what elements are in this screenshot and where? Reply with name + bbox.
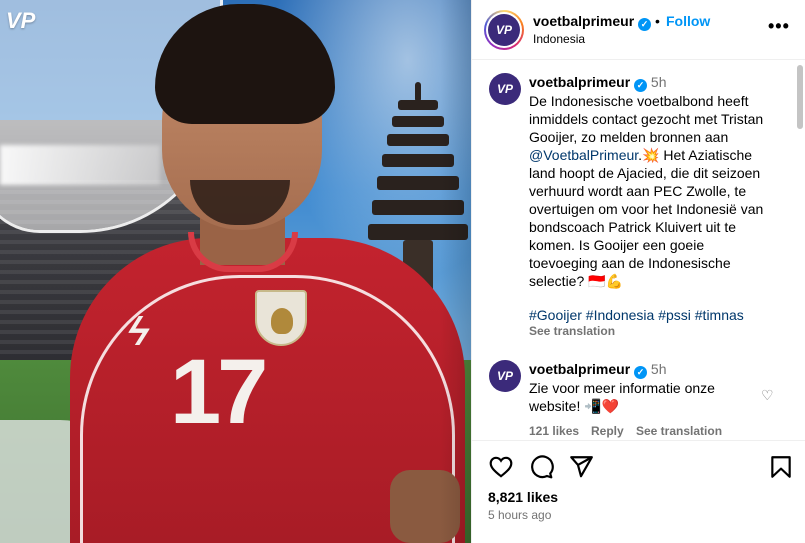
hair <box>155 4 335 124</box>
username-link[interactable]: voetbalprimeur <box>533 13 634 29</box>
caption-username[interactable]: voetbalprimeur <box>529 74 630 90</box>
post-image[interactable]: ϟ 17 VP <box>0 0 471 543</box>
comment-timestamp: 5h <box>650 361 667 377</box>
comment-username[interactable]: voetbalprimeur <box>529 361 630 377</box>
comments-list[interactable]: VP voetbalprimeur ✓ 5h De Indonesische v… <box>472 61 805 439</box>
caption-timestamp: 5h <box>650 74 667 90</box>
comment-like-icon[interactable]: ♡ <box>761 387 774 404</box>
location-link[interactable]: Indonesia <box>533 32 585 46</box>
post-actions: 8,821 likes 5 hours ago <box>472 440 805 543</box>
comment-avatar[interactable]: VP <box>489 360 521 392</box>
more-options-icon[interactable]: ••• <box>768 16 790 37</box>
separator-dot: • <box>655 13 660 29</box>
player-figure: ϟ 17 <box>60 0 470 543</box>
reply-button[interactable]: Reply <box>591 424 624 438</box>
likes-count[interactable]: 8,821 likes <box>488 489 558 505</box>
follow-button[interactable]: Follow <box>666 13 710 29</box>
see-translation-link[interactable]: See translation <box>529 324 615 338</box>
comment-text: voetbalprimeur ✓ 5h Zie voor meer inform… <box>529 361 715 414</box>
avatar[interactable]: VP <box>488 14 520 46</box>
share-icon[interactable] <box>568 454 594 480</box>
jersey-number: 17 <box>170 341 268 443</box>
heart-icon[interactable] <box>488 454 514 480</box>
mention-link[interactable]: @VoetbalPrimeur <box>529 147 638 163</box>
post-detail-panel: VP voetbalprimeur ✓ • Follow Indonesia •… <box>471 0 805 543</box>
comment-likes-count[interactable]: 121 likes <box>529 424 579 438</box>
see-translation-link[interactable]: See translation <box>636 424 722 438</box>
story-ring[interactable]: VP <box>484 10 524 50</box>
hashtag-links[interactable]: #Gooijer #Indonesia #pssi #timnas <box>529 307 744 323</box>
bookmark-icon[interactable] <box>768 454 794 480</box>
verified-badge-icon: ✓ <box>634 365 648 379</box>
caption-avatar[interactable]: VP <box>489 73 521 105</box>
verified-badge-icon: ✓ <box>634 78 648 92</box>
vp-logo: VP <box>6 8 36 33</box>
comment-icon[interactable] <box>528 454 554 480</box>
national-crest <box>255 290 307 346</box>
post-timestamp[interactable]: 5 hours ago <box>488 508 551 522</box>
caption-text: voetbalprimeur ✓ 5h De Indonesische voet… <box>529 74 764 289</box>
scrollbar[interactable] <box>797 65 803 129</box>
post-header: VP voetbalprimeur ✓ • Follow Indonesia •… <box>472 0 805 60</box>
verified-badge-icon: ✓ <box>638 18 652 31</box>
